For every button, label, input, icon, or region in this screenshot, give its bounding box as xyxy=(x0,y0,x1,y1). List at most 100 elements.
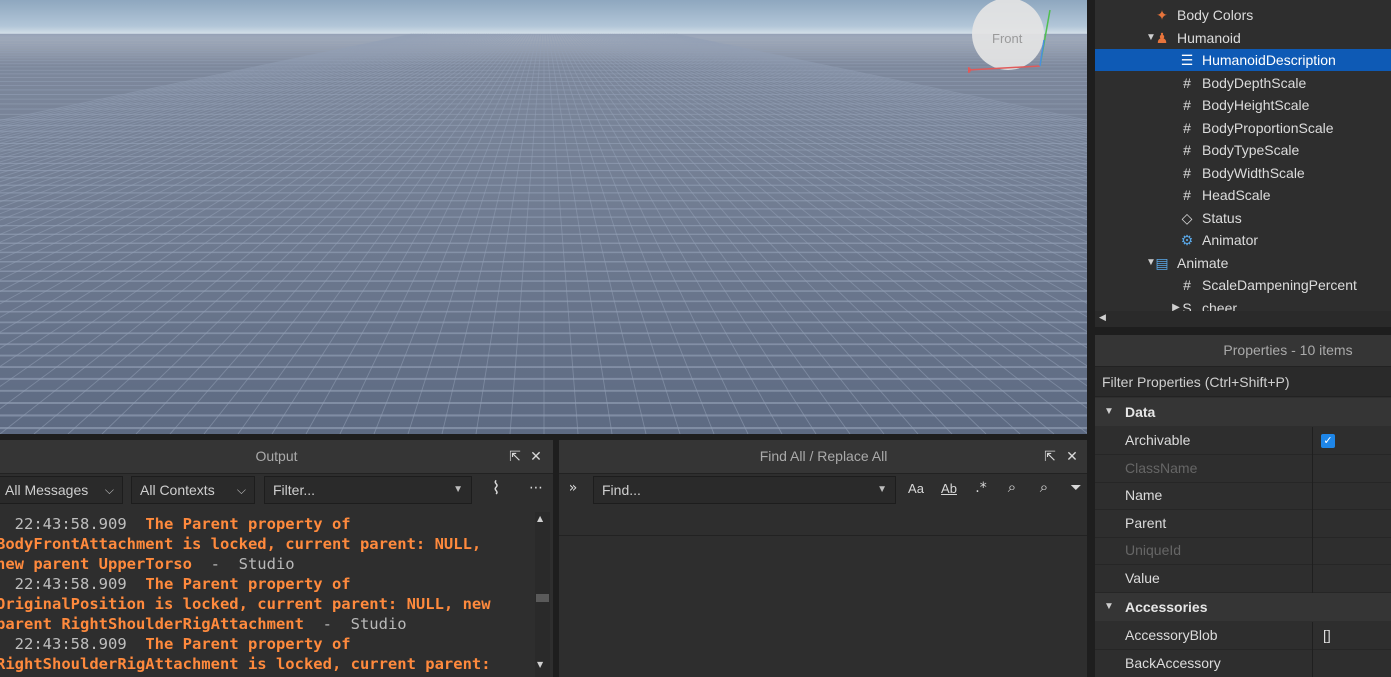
property-row-accessoryblob[interactable]: AccessoryBlob [] xyxy=(1095,622,1391,650)
match-case-button[interactable]: Aa xyxy=(905,481,927,499)
scroll-up-icon[interactable]: ▲ xyxy=(537,514,543,523)
scroll-left-icon[interactable]: ◀ xyxy=(1099,313,1106,323)
property-row-archivable[interactable]: Archivable ✓ xyxy=(1095,427,1391,455)
find-title: Find All / Replace All xyxy=(759,448,888,464)
property-category-label: Accessories xyxy=(1125,599,1208,615)
number-value-icon: # xyxy=(1183,75,1191,91)
animator-icon: ⚙ xyxy=(1180,232,1194,248)
more-options-icon[interactable]: ⋯ xyxy=(526,480,546,500)
explorer-item-label: HumanoidDescription xyxy=(1202,52,1336,68)
explorer-item-label: Humanoid xyxy=(1177,30,1241,46)
find-next-icon[interactable]: ⌕ xyxy=(1002,478,1022,498)
explorer-item-body colors[interactable]: ✦ Body Colors xyxy=(1095,4,1391,26)
property-category-label: Data xyxy=(1125,404,1156,420)
local-script-icon: ▤ xyxy=(1155,255,1169,271)
find-all-icon[interactable]: ⌕ xyxy=(1034,478,1054,498)
horizontal-splitter[interactable] xyxy=(0,434,1088,440)
explorer-panel: ✦ Body Colors ▼ ♟ Humanoid ☰ HumanoidDescripti… xyxy=(1095,0,1391,327)
output-filter-placeholder: Filter... xyxy=(273,482,316,498)
view-cube-label: Front xyxy=(992,31,1023,46)
explorer-item-bodyproportionscale[interactable]: # BodyProportionScale xyxy=(1095,117,1391,139)
log-source: - Studio xyxy=(303,615,407,633)
scroll-down-icon[interactable]: ▼ xyxy=(537,660,543,669)
explorer-item-status[interactable]: ◇ Status xyxy=(1095,207,1391,229)
property-category-data[interactable]: ▼ Data xyxy=(1095,398,1391,426)
explorer-item-label: HeadScale xyxy=(1202,187,1271,203)
chevron-down-icon: ⌵ xyxy=(236,483,246,497)
property-name: UniqueId xyxy=(1125,542,1182,558)
baseplate-floor xyxy=(0,33,1087,434)
undock-icon[interactable]: ⇱ xyxy=(507,449,523,465)
property-column-divider xyxy=(1312,427,1313,455)
number-value-icon: # xyxy=(1183,277,1191,293)
view-cube[interactable]: Front xyxy=(968,0,1052,74)
explorer-item-label: BodyHeightScale xyxy=(1202,97,1310,113)
explorer-item-label: BodyProportionScale xyxy=(1202,120,1334,136)
property-row-value[interactable]: Value xyxy=(1095,564,1391,593)
property-value[interactable]: [] xyxy=(1323,622,1331,649)
match-whole-word-button[interactable]: Ab xyxy=(938,481,960,499)
log-timestamp: 22:43:58.909 xyxy=(14,515,127,533)
expand-replace-icon[interactable]: » xyxy=(565,480,581,500)
filter-funnel-icon[interactable]: ⏷ xyxy=(1067,480,1085,498)
output-panel: Output ⇱ ✕ All Messages ⌵ All Contexts ⌵… xyxy=(0,440,553,677)
find-input[interactable]: Find... ▼ xyxy=(593,476,896,504)
explorer-properties-splitter[interactable] xyxy=(1095,327,1391,335)
property-row-name[interactable]: Name xyxy=(1095,482,1391,510)
explorer-item-humanoid[interactable]: ▼ ♟ Humanoid xyxy=(1095,27,1391,49)
properties-header: Properties - 10 items xyxy=(1095,335,1391,367)
contexts-filter-dropdown[interactable]: All Contexts ⌵ xyxy=(131,476,255,504)
explorer-item-animator[interactable]: ⚙ Animator xyxy=(1095,229,1391,251)
explorer-item-label: Body Colors xyxy=(1177,7,1254,23)
property-column-divider xyxy=(1312,482,1313,510)
clear-output-broom-icon[interactable]: ⌇ xyxy=(484,478,508,502)
property-row-uniqueid[interactable]: UniqueId xyxy=(1095,537,1391,565)
explorer-item-bodyheightscale[interactable]: # BodyHeightScale xyxy=(1095,94,1391,116)
property-row-parent[interactable]: Parent xyxy=(1095,509,1391,538)
number-value-icon: # xyxy=(1183,120,1191,136)
find-header: Find All / Replace All ⇱ ✕ xyxy=(559,440,1088,474)
explorer-item-scaledampeningpercent[interactable]: # ScaleDampeningPercent xyxy=(1095,274,1391,296)
output-scrollbar[interactable]: ▲ ▼ xyxy=(535,512,550,677)
property-column-divider xyxy=(1312,509,1313,538)
explorer-item-bodywidthscale[interactable]: # BodyWidthScale xyxy=(1095,162,1391,184)
dropdown-arrow-icon: ▼ xyxy=(877,484,887,495)
collapse-arrow-icon[interactable]: ▼ xyxy=(1104,398,1114,426)
explorer-item-label: BodyDepthScale xyxy=(1202,75,1307,91)
property-category-accessories[interactable]: ▼ Accessories xyxy=(1095,593,1391,621)
explorer-h-scrollbar[interactable]: ◀ xyxy=(1095,311,1391,327)
property-name: Archivable xyxy=(1125,432,1191,448)
property-row-classname[interactable]: ClassName xyxy=(1095,454,1391,483)
side-splitter[interactable] xyxy=(1087,0,1095,677)
use-regex-button[interactable]: .* xyxy=(971,480,991,498)
explorer-item-bodydepthscale[interactable]: # BodyDepthScale xyxy=(1095,72,1391,94)
close-icon[interactable]: ✕ xyxy=(1064,449,1080,465)
contexts-filter-value: All Contexts xyxy=(140,482,215,498)
explorer-item-bodytypescale[interactable]: # BodyTypeScale xyxy=(1095,139,1391,161)
collapse-arrow-icon[interactable]: ▼ xyxy=(1104,593,1114,621)
explorer-item-headscale[interactable]: # HeadScale xyxy=(1095,184,1391,206)
properties-title: Properties - 10 items xyxy=(1223,342,1353,358)
property-column-divider xyxy=(1312,564,1313,593)
archivable-checkbox[interactable]: ✓ xyxy=(1321,434,1335,448)
number-value-icon: # xyxy=(1183,187,1191,203)
explorer-item-animate[interactable]: ▼ ▤ Animate xyxy=(1095,252,1391,274)
properties-panel: Properties - 10 items Filter Properties … xyxy=(1095,335,1391,677)
messages-filter-value: All Messages xyxy=(5,482,89,498)
vertical-splitter[interactable] xyxy=(553,440,559,677)
log-timestamp: 22:43:58.909 xyxy=(14,575,127,593)
messages-filter-dropdown[interactable]: All Messages ⌵ xyxy=(0,476,123,504)
explorer-item-humanoiddescription[interactable]: ☰ HumanoidDescription xyxy=(1095,49,1391,71)
scroll-thumb[interactable] xyxy=(536,594,549,602)
number-value-icon: # xyxy=(1183,97,1191,113)
properties-filter-input[interactable]: Filter Properties (Ctrl+Shift+P) xyxy=(1095,367,1391,397)
humanoid-icon: ♟ xyxy=(1155,30,1169,46)
undock-icon[interactable]: ⇱ xyxy=(1042,449,1058,465)
viewport-3d[interactable]: Front xyxy=(0,0,1087,434)
close-icon[interactable]: ✕ xyxy=(528,449,544,465)
status-diamond-icon: ◇ xyxy=(1181,210,1193,226)
property-name: Name xyxy=(1125,487,1163,503)
property-row-backaccessory[interactable]: BackAccessory xyxy=(1095,649,1391,677)
property-name: Parent xyxy=(1125,514,1167,531)
output-filter-input[interactable]: Filter... ▼ xyxy=(264,476,472,504)
